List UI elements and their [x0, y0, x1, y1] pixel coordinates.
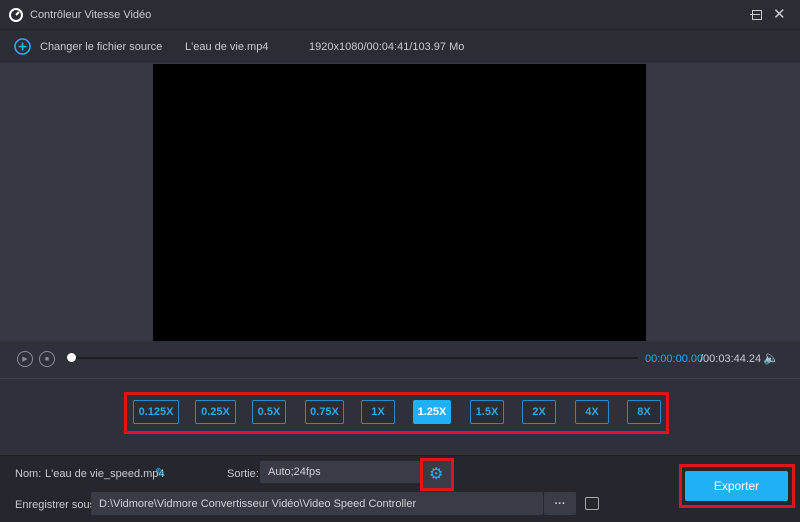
progress-thumb[interactable]	[67, 353, 76, 362]
play-button[interactable]: ▶	[17, 351, 33, 367]
speedometer-icon	[9, 8, 23, 22]
settings-button[interactable]: ⚙	[420, 458, 454, 491]
name-label: Nom:	[15, 468, 42, 480]
speed-option-1-5X[interactable]: 1.5X	[470, 400, 504, 424]
speed-option-8X[interactable]: 8X	[627, 400, 661, 424]
title-bar: Contrôleur Vitesse Vidéo ✕	[0, 0, 800, 30]
gear-icon: ⚙	[429, 466, 444, 483]
file-info: 1920x1080/00:04:41/103.97 Mo	[309, 41, 465, 53]
change-source-label: Changer le fichier source	[40, 40, 163, 53]
speed-option-0-25X[interactable]: 0.25X	[195, 400, 236, 424]
edit-name-icon[interactable]: ✎	[155, 465, 166, 481]
speed-option-0-75X[interactable]: 0.75X	[305, 400, 344, 424]
change-source-button[interactable]: Changer le fichier source	[14, 38, 162, 55]
current-time: 00:00:00.00	[645, 353, 704, 365]
maximize-button[interactable]	[752, 10, 762, 20]
total-time: /00:03:44.24	[700, 353, 762, 365]
window-title: Contrôleur Vitesse Vidéo	[30, 9, 152, 21]
speed-option-2X[interactable]: 2X	[522, 400, 556, 424]
output-name: L'eau de vie_speed.mp4	[45, 468, 165, 480]
speed-option-4X[interactable]: 4X	[575, 400, 609, 424]
close-button[interactable]: ✕	[773, 5, 786, 23]
speed-option-1-25X[interactable]: 1.25X	[413, 400, 451, 424]
progress-slider[interactable]	[72, 357, 638, 359]
file-name: L'eau de vie.mp4	[185, 41, 269, 53]
save-path-field[interactable]: D:\Vidmore\Vidmore Convertisseur Vidéo\V…	[91, 492, 543, 515]
volume-icon[interactable]: 🔈	[763, 350, 779, 366]
video-preview	[153, 64, 646, 341]
save-label: Enregistrer sous:	[15, 499, 99, 511]
browse-button[interactable]: ···	[544, 492, 576, 515]
export-button[interactable]: Exporter	[685, 471, 788, 501]
file-header: Changer le fichier source L'eau de vie.m…	[0, 31, 800, 63]
sortie-label: Sortie:	[227, 468, 259, 480]
folder-icon[interactable]	[585, 497, 599, 510]
speed-option-1X[interactable]: 1X	[361, 400, 395, 424]
output-format-field[interactable]: Auto;24fps	[260, 461, 423, 483]
add-circle-icon	[14, 38, 31, 55]
divider	[0, 378, 800, 379]
speed-option-0-5X[interactable]: 0.5X	[252, 400, 286, 424]
speed-option-0-125X[interactable]: 0.125X	[133, 400, 179, 424]
stop-button[interactable]: ■	[39, 351, 55, 367]
